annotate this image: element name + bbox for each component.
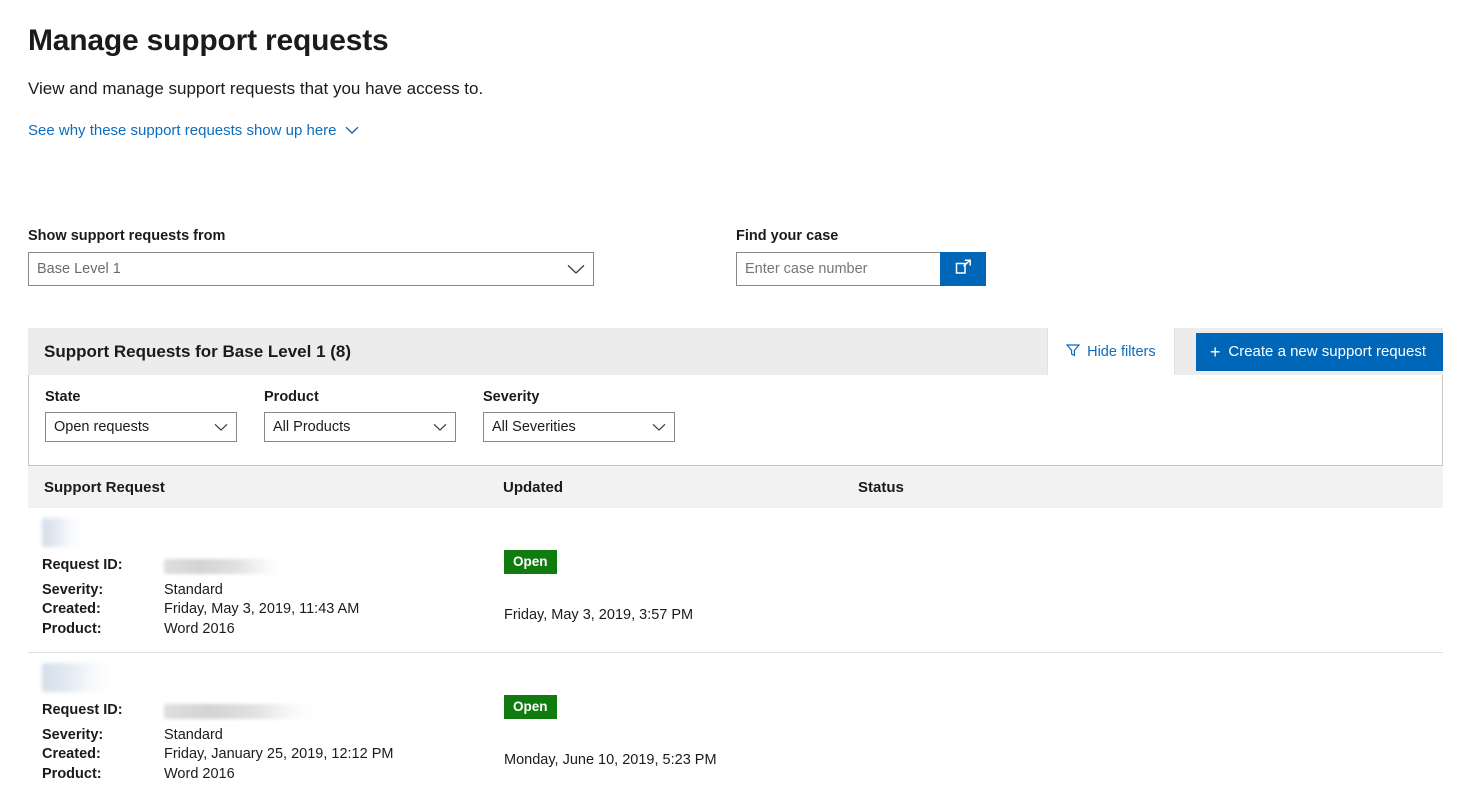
request-id-redacted: [164, 559, 282, 574]
severity-filter-label: Severity: [483, 389, 540, 405]
request-field: Request ID:: [42, 556, 503, 581]
request-status-cell: Open Monday, June 10, 2019, 5:23 PM: [503, 663, 858, 787]
card-header: Support Requests for Base Level 1 (8) Hi…: [28, 328, 1443, 375]
case-number-input[interactable]: [736, 252, 940, 286]
state-filter-field: State Open requests: [45, 389, 237, 442]
manage-support-requests-page: Manage support requests View and manage …: [0, 0, 1471, 795]
create-support-request-label: Create a new support request: [1228, 343, 1426, 360]
see-why-link-label: See why these support requests show up h…: [28, 121, 337, 139]
request-field-value: Standard: [164, 726, 223, 743]
request-field-key: Request ID:: [42, 702, 123, 718]
request-field: Product: Word 2016: [42, 765, 503, 785]
request-summary: Request ID: Severity: Standard Created: …: [28, 518, 503, 642]
request-field: Severity: Standard: [42, 726, 503, 746]
see-why-link[interactable]: See why these support requests show up h…: [28, 122, 359, 139]
request-id-redacted: [164, 704, 312, 719]
top-controls: Show support requests from Base Level 1 …: [28, 228, 1443, 286]
severity-filter-value: All Severities: [492, 419, 576, 435]
request-field-value: [164, 556, 282, 581]
request-field-value: Friday, January 25, 2019, 12:12 PM: [164, 746, 394, 762]
column-header-support-request: Support Request: [44, 478, 165, 496]
request-row-spacer: [858, 663, 1443, 787]
status-badge: Open: [504, 550, 557, 574]
card-title: Support Requests for Base Level 1 (8): [44, 341, 352, 361]
state-filter-value: Open requests: [54, 419, 150, 435]
filters-panel: State Open requests Product All Products: [28, 375, 1443, 466]
table-row[interactable]: Request ID: Severity: Standard Created: …: [28, 653, 1443, 795]
request-field-value: Standard: [164, 581, 223, 598]
state-filter-select[interactable]: Open requests: [45, 412, 237, 442]
plus-icon: +: [1209, 341, 1221, 362]
column-header-updated: Updated: [503, 478, 563, 496]
find-case-group: Find your case: [736, 228, 986, 286]
request-field: Created: Friday, January 25, 2019, 12:12…: [42, 745, 503, 765]
request-field-key: Created:: [42, 746, 101, 762]
column-header-status: Status: [858, 478, 904, 496]
create-support-request-button[interactable]: + Create a new support request: [1195, 332, 1443, 371]
request-field-key: Product:: [42, 765, 102, 782]
request-field-key: Severity:: [42, 581, 104, 598]
scope-filter-group: Show support requests from Base Level 1: [28, 228, 594, 286]
severity-filter-field: Severity All Severities: [483, 389, 675, 442]
find-case-button[interactable]: [940, 252, 986, 286]
scope-select[interactable]: Base Level 1: [28, 252, 594, 286]
request-title-redacted: [42, 518, 82, 547]
request-summary: Request ID: Severity: Standard Created: …: [28, 663, 503, 787]
request-field: Created: Friday, May 3, 2019, 11:43 AM: [42, 600, 503, 620]
request-updated-value: Friday, May 3, 2019, 3:57 PM: [504, 607, 694, 623]
request-field: Request ID:: [42, 701, 503, 726]
chevron-down-icon: [567, 264, 585, 275]
chevron-down-icon: [345, 126, 359, 135]
request-field-key: Created:: [42, 601, 101, 617]
table-column-headers: Support Request Updated Status: [28, 466, 1443, 508]
product-filter-select[interactable]: All Products: [264, 412, 456, 442]
request-row-spacer: [858, 518, 1443, 642]
request-field-key: Severity:: [42, 726, 104, 743]
hide-filters-tab[interactable]: Hide filters: [1046, 328, 1175, 375]
request-field-value: [164, 701, 312, 726]
page-subtitle: View and manage support requests that yo…: [28, 78, 484, 98]
support-requests-list: Request ID: Severity: Standard Created: …: [28, 508, 1443, 795]
product-filter-field: Product All Products: [264, 389, 456, 442]
find-case-control: [736, 252, 986, 286]
request-field-key: Product:: [42, 620, 102, 637]
request-field-key: Request ID:: [42, 557, 123, 573]
status-badge: Open: [504, 695, 557, 719]
chevron-down-icon: [214, 423, 228, 432]
find-case-label: Find your case: [736, 228, 839, 244]
page-title: Manage support requests: [28, 24, 389, 57]
product-filter-label: Product: [264, 389, 319, 405]
table-row[interactable]: Request ID: Severity: Standard Created: …: [28, 508, 1443, 653]
hide-filters-label: Hide filters: [1087, 343, 1156, 360]
scope-select-value: Base Level 1: [37, 261, 121, 277]
request-status-cell: Open Friday, May 3, 2019, 3:57 PM: [503, 518, 858, 642]
funnel-filter-icon: [1065, 343, 1081, 361]
severity-filter-select[interactable]: All Severities: [483, 412, 675, 442]
request-title-redacted: [42, 663, 114, 692]
request-field: Product: Word 2016: [42, 620, 503, 640]
chevron-down-icon: [652, 423, 666, 432]
request-field-value: Word 2016: [164, 620, 235, 637]
open-in-new-window-icon: [954, 258, 973, 280]
request-field-value: Word 2016: [164, 765, 235, 782]
request-field-value: Friday, May 3, 2019, 11:43 AM: [164, 601, 360, 617]
chevron-down-icon: [433, 423, 447, 432]
request-updated-value: Monday, June 10, 2019, 5:23 PM: [504, 752, 717, 768]
product-filter-value: All Products: [273, 419, 351, 435]
request-field: Severity: Standard: [42, 581, 503, 601]
state-filter-label: State: [45, 389, 81, 405]
support-requests-card: Support Requests for Base Level 1 (8) Hi…: [28, 328, 1443, 795]
scope-label: Show support requests from: [28, 228, 226, 244]
card-header-actions: Hide filters + Create a new support requ…: [1046, 328, 1443, 375]
